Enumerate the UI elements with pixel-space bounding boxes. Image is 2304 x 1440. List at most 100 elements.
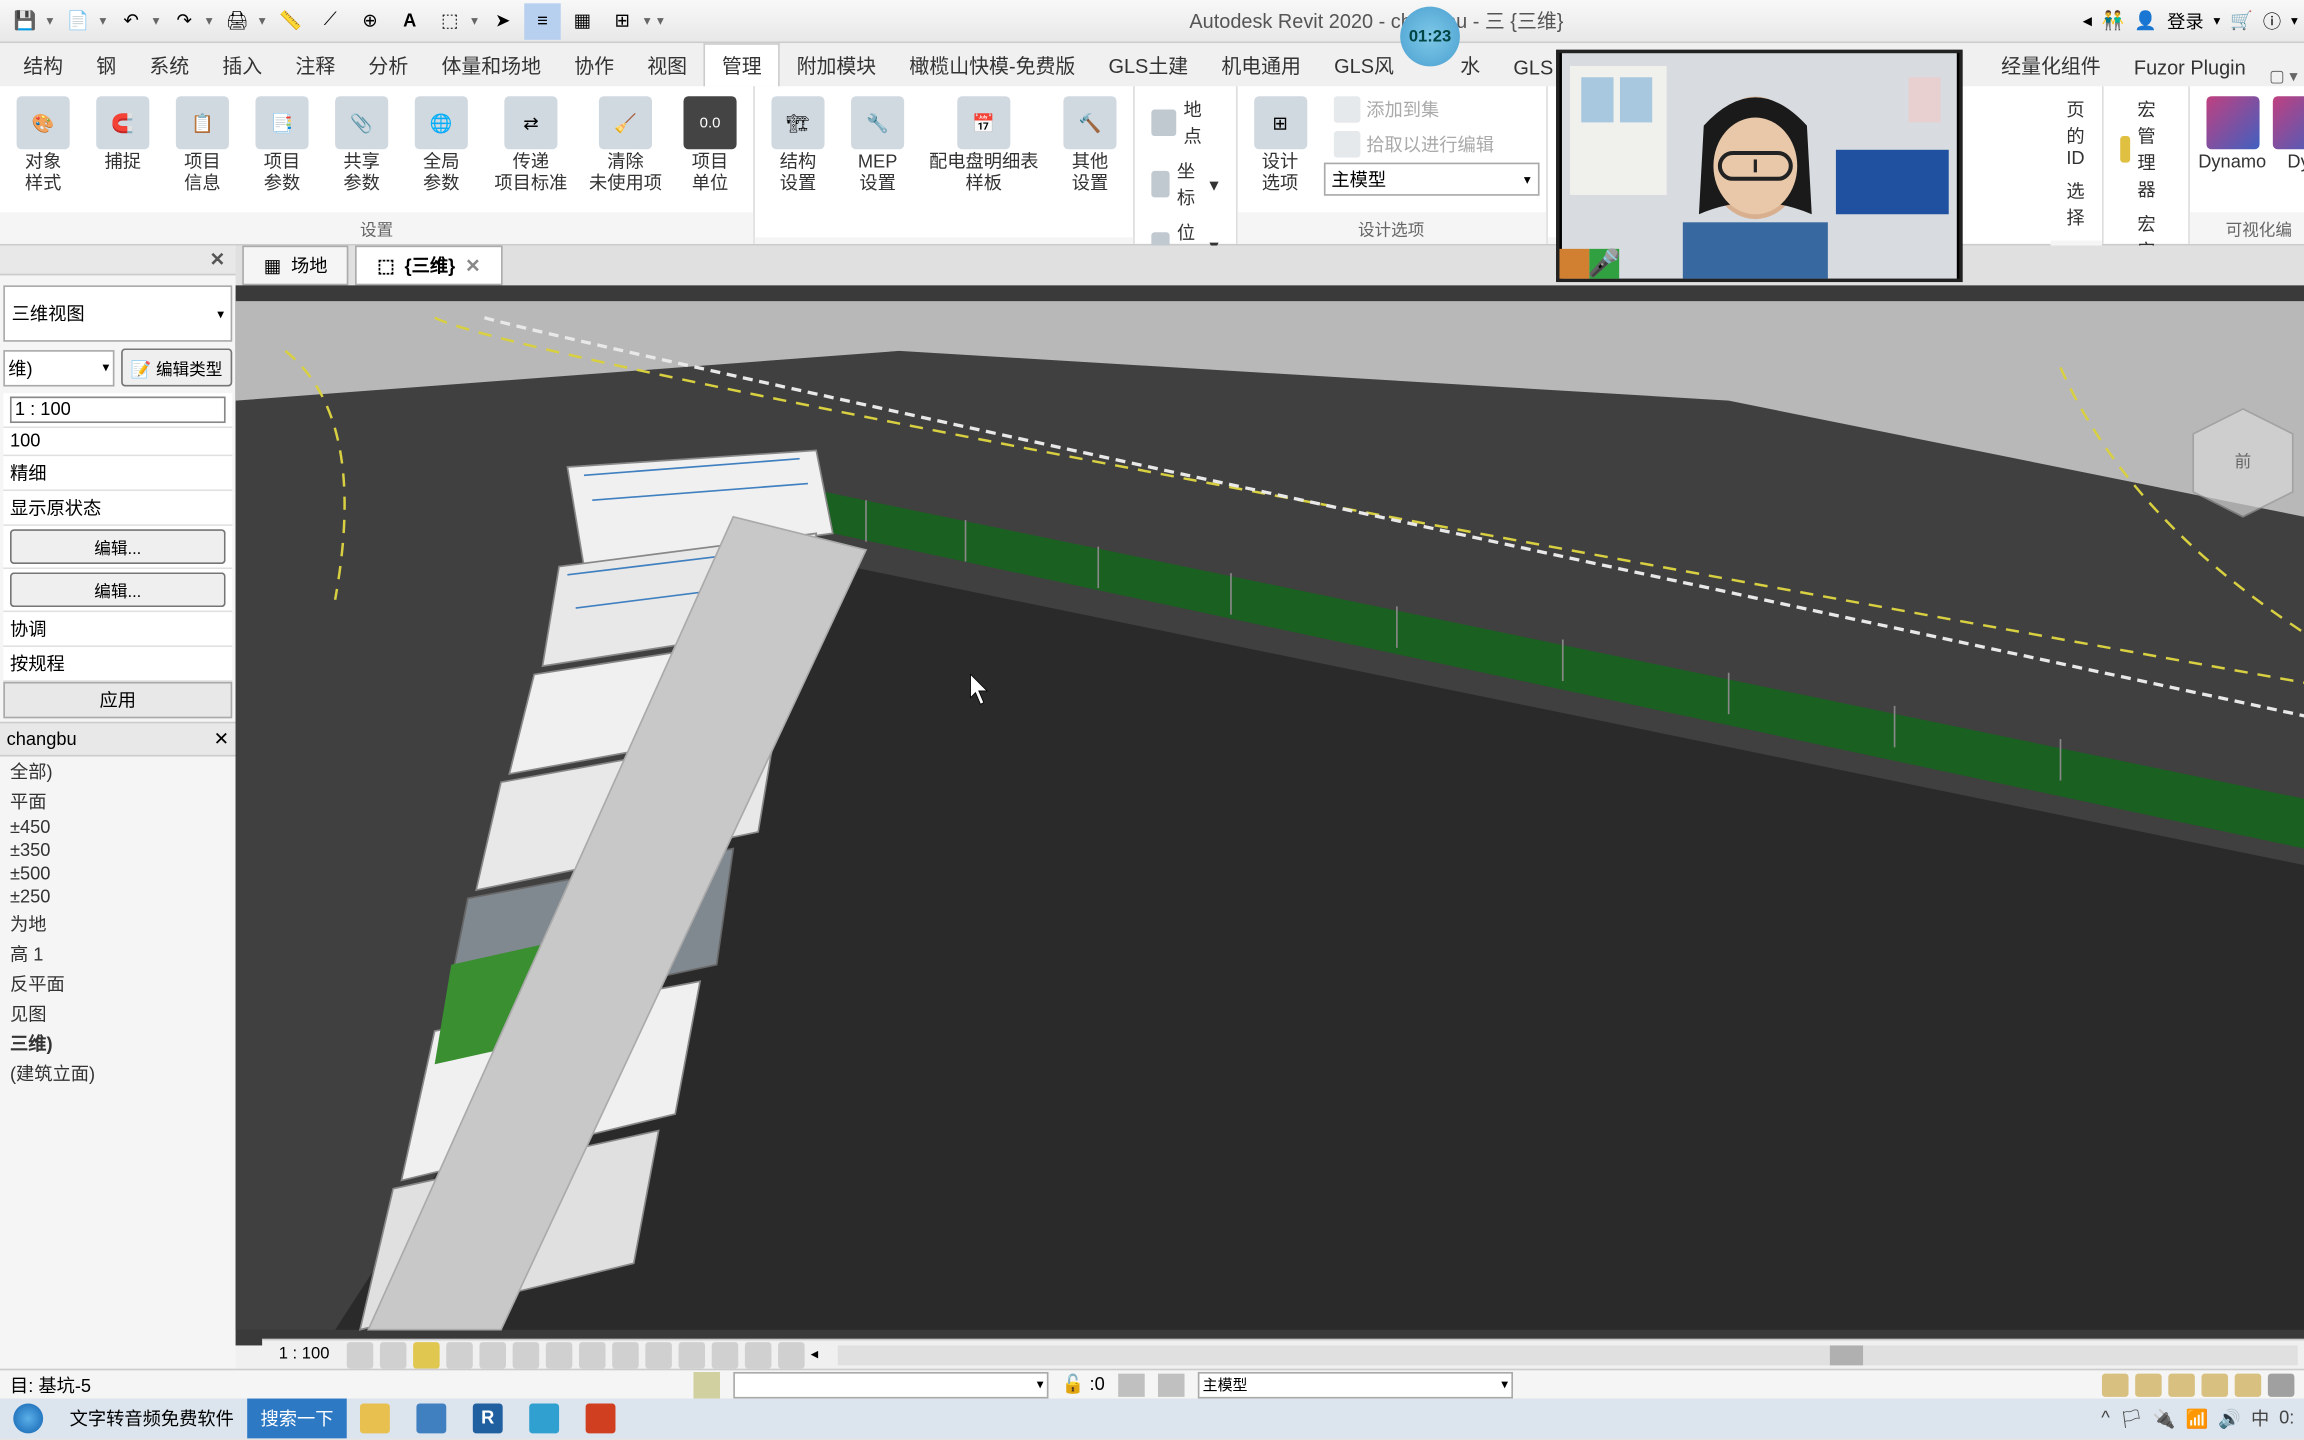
ribbon-collapse-icon[interactable]: ▢ ▾ [2269,68,2298,86]
vcb-constraint-icon[interactable] [711,1341,738,1368]
tab-view[interactable]: 视图 [631,45,704,86]
tray-power-icon[interactable]: 🔌 [2153,1408,2176,1430]
tab-mep[interactable]: 机电通用 [1205,45,1318,86]
edit-button-1[interactable]: 编辑... [10,529,226,564]
infocenter-icon[interactable]: 👬 [2102,10,2125,32]
detail-level[interactable]: 精细 [3,456,232,489]
view-tab-close-icon[interactable]: ✕ [465,255,480,277]
transfer-button[interactable]: ⇄传递项目标准 [484,93,577,200]
tab-analyze[interactable]: 分析 [352,45,425,86]
thin-icon[interactable]: ≡ [524,2,560,38]
coords-button[interactable]: 坐标 ▾ [1141,154,1228,214]
status-model-combo[interactable]: 主模型▾ [1198,1371,1513,1398]
new-icon[interactable]: 📄 [60,2,96,38]
qat-dd-4[interactable]: ▾ [206,13,219,28]
qat-dd-6[interactable]: ▾ [471,13,484,28]
login-dd[interactable]: ▾ [2214,13,2221,28]
align-icon[interactable]: ⟋ [312,2,348,38]
browser-item[interactable]: 全部) [7,757,236,787]
tray-ime[interactable]: 中 [2251,1405,2269,1432]
taskbar-app-1[interactable]: 文字转音频免费软件 [56,1399,247,1439]
spot-icon[interactable]: ⊕ [352,2,388,38]
taskbar-search[interactable]: 搜索一下 [247,1399,347,1439]
tab-annotate[interactable]: 注释 [279,45,352,86]
vcb-analytic-icon[interactable] [678,1341,705,1368]
cart-icon[interactable]: 🛒 [2230,10,2253,32]
tab-massing[interactable]: 体量和场地 [425,45,558,86]
tab-collab[interactable]: 协作 [558,45,631,86]
taskbar-revit[interactable]: R [460,1399,516,1439]
view-tab-site[interactable]: ▦ 场地 [242,246,349,286]
status-select-3-icon[interactable] [2168,1373,2195,1396]
status-editable-icon[interactable] [1118,1373,1145,1396]
nav-back-icon[interactable]: ◂ [2083,10,2092,32]
vcb-crop-show-icon[interactable] [545,1341,572,1368]
viewport-3d[interactable]: 前 [236,285,2304,1345]
edit-button-2[interactable]: 编辑... [10,572,226,607]
webcam-overlay[interactable]: 🎤 [1556,50,1962,282]
login-label[interactable]: 登录 [2167,7,2203,34]
apply-button[interactable]: 应用 [3,682,232,718]
vcb-detail-icon[interactable] [346,1341,373,1368]
tab-manage[interactable]: 管理 [704,43,780,86]
properties-close-icon[interactable]: ✕ [206,249,229,271]
qat-dd-1[interactable]: ▾ [46,13,59,28]
tile-icon[interactable]: ▦ [564,2,600,38]
global-params-button[interactable]: 🌐全局参数 [405,93,478,200]
qat-dd-2[interactable]: ▾ [100,13,113,28]
browser-item[interactable]: ±350 [7,839,236,862]
tab-gls1[interactable]: GLS土建 [1092,45,1205,86]
browser-item[interactable]: ±250 [7,886,236,909]
discipline[interactable]: 协调 [3,612,232,645]
tray-wifi-icon[interactable]: 📶 [2186,1408,2209,1430]
status-select-4-icon[interactable] [2201,1373,2228,1396]
qat-dd-3[interactable]: ▾ [153,13,166,28]
measure-icon[interactable]: 📏 [272,2,308,38]
qat-customize[interactable]: ▾ [657,13,670,28]
browser-item[interactable]: 反平面 [7,969,236,999]
status-select-1-icon[interactable] [2102,1373,2129,1396]
tray-vol-icon[interactable]: 🔊 [2218,1408,2241,1430]
vcb-render-icon[interactable] [479,1341,506,1368]
browser-item-active[interactable]: 三维) [7,1029,236,1059]
tab-olive[interactable]: 橄榄山快模-免费版 [893,45,1092,86]
status-filter-icon[interactable] [2268,1373,2295,1396]
tab-insert[interactable]: 插入 [206,45,279,86]
tab-gls2[interactable]: GLS风 [1318,45,1411,86]
status-combo-1[interactable]: ▾ [733,1371,1048,1398]
tab-addins[interactable]: 附加模块 [780,45,893,86]
3d-icon[interactable]: ⬚ [431,2,467,38]
qat-dd-5[interactable]: ▾ [259,13,272,28]
struct-settings-button[interactable]: 🏗结构设置 [761,93,834,200]
save-icon[interactable]: 💾 [7,2,43,38]
help-dd[interactable]: ▾ [2291,13,2298,28]
browser-item[interactable]: 见图 [7,999,236,1029]
taskbar-app-2[interactable] [403,1399,459,1439]
taskbar-ppt[interactable] [572,1399,628,1439]
vcb-shadow-icon[interactable] [446,1341,473,1368]
browser-item[interactable]: 平面 [7,786,236,816]
properties-type-selector[interactable]: 三维视图▾ [3,285,232,341]
properties-instance-selector[interactable]: 维)▾ [3,349,114,385]
status-select-2-icon[interactable] [2135,1373,2162,1396]
design-options-button[interactable]: ⊞设计选项 [1243,93,1316,200]
scale-value[interactable]: 100 [3,428,232,455]
ids-button[interactable]: 页的 ID [2056,93,2094,173]
dynamo2-button[interactable]: Dy [2275,93,2304,178]
dynamo-button[interactable]: Dynamo [2196,93,2269,178]
mep-settings-button[interactable]: 🔧MEP设置 [841,93,914,200]
vcb-extra1-icon[interactable] [744,1341,771,1368]
text-icon[interactable]: A [392,2,428,38]
project-info-button[interactable]: 📋项目信息 [166,93,239,200]
design-option-combo[interactable]: 主模型▾ [1323,163,1539,196]
help-icon[interactable]: ⓘ [2263,7,2281,34]
vcb-scale[interactable]: 1 : 100 [269,1345,340,1363]
vcb-collapse[interactable]: ◂ [811,1345,819,1363]
vcb-temp-hide-icon[interactable] [611,1341,638,1368]
status-workset-icon[interactable] [693,1371,720,1398]
vcb-sun-icon[interactable] [412,1341,439,1368]
vcb-extra2-icon[interactable] [777,1341,804,1368]
browser-close-icon[interactable]: ✕ [214,728,229,750]
switch-icon[interactable]: ⊞ [604,2,640,38]
snaps-button[interactable]: 🧲捕捉 [86,93,159,178]
